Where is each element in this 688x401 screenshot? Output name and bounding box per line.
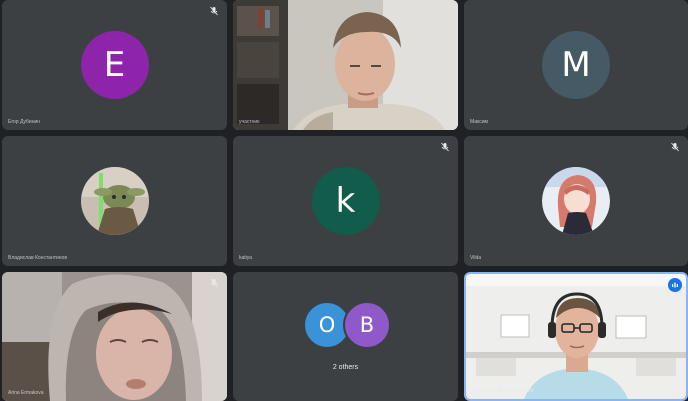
participant-tile-9[interactable]: Aleksandr Belousov [464,272,688,401]
participant-name: Vilda [470,255,482,261]
avatar: M [542,31,610,99]
participant-video [2,272,227,401]
participant-video [233,0,458,130]
participant-name: Arina Ermakova [8,390,44,396]
profile-picture [542,167,610,235]
participant-tile-1[interactable]: E Егор Дубинин [2,0,227,130]
participant-tile-5[interactable]: k katiya [233,136,458,266]
participant-tile-6[interactable]: Vilda [464,136,688,266]
participant-name: katiya [239,255,253,261]
avatar: E [80,31,149,99]
participant-name: Aleksandr Belousov [472,387,534,394]
profile-picture [80,167,149,235]
others-count-label: 2 others [332,364,359,371]
participant-tile-2[interactable]: участник [233,0,458,130]
participant-name: Владислав Константинов [8,255,67,261]
participant-name: Егор Дубинин [8,119,41,125]
mic-off-icon [210,278,218,288]
mic-off-icon [210,6,218,16]
meeting-grid: E Егор Дубинин участник M Максим Владисл… [0,0,688,401]
avatar: k [311,167,380,235]
others-tile[interactable]: O B 2 others [233,272,458,401]
participant-tile-4[interactable]: Владислав Константинов [2,136,227,266]
participant-name: Максим [470,119,488,125]
avatar: B [343,301,391,349]
participant-name: участник [239,119,260,125]
mic-off-icon [441,142,449,152]
mic-off-icon [671,142,679,152]
participant-tile-7[interactable]: Arina Ermakova [2,272,227,401]
participant-tile-3[interactable]: M Максим [464,0,688,130]
participant-video [466,274,686,399]
audio-indicator-icon [668,278,682,292]
